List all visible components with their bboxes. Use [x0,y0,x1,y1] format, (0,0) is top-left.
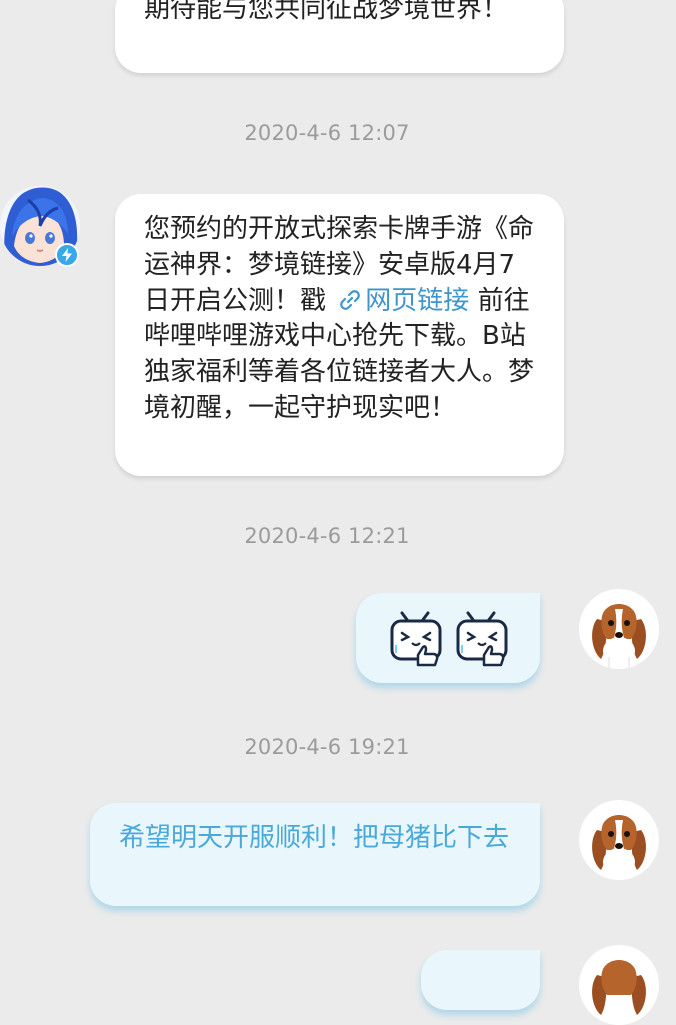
web-link[interactable]: 网页链接 [334,286,477,316]
user-avatar[interactable] [579,945,659,1025]
message-text: 您预约的开放式探索卡牌手游《命运神界：梦境链接》安卓版4月7日开启公测！戳 网页… [144,212,536,427]
user-avatar[interactable] [579,800,659,880]
timestamp: 2020-4-6 12:21 [244,524,410,548]
message-bubble-incoming[interactable]: 期待能与您共同征战梦境世界！ [115,0,564,73]
link-icon [340,289,361,310]
message-bubble-outgoing[interactable]: 希望明天开服顺利！把母猪比下去 [90,803,540,906]
timestamp: 2020-4-6 19:21 [244,735,410,759]
message-bubble-outgoing[interactable] [421,950,540,1010]
verified-badge-icon [55,243,79,267]
message-text: 期待能与您共同征战梦境世界！ [144,0,509,24]
puppy-avatar-icon [579,945,659,1025]
message-bubble-outgoing[interactable] [356,593,540,683]
web-link-label[interactable]: 网页链接 [365,286,469,316]
user-avatar[interactable] [579,589,659,669]
timestamp: 2020-4-6 12:07 [244,121,410,145]
message-bubble-incoming[interactable]: 您预约的开放式探索卡牌手游《命运神界：梦境链接》安卓版4月7日开启公测！戳 网页… [115,194,564,476]
puppy-avatar-icon [579,589,659,669]
message-text: 希望明天开服顺利！把母猪比下去 [119,823,510,853]
puppy-avatar-icon [579,800,659,880]
bilibili-tv-thumbs-up-icon [454,609,512,667]
bilibili-tv-thumbs-up-icon [388,609,446,667]
